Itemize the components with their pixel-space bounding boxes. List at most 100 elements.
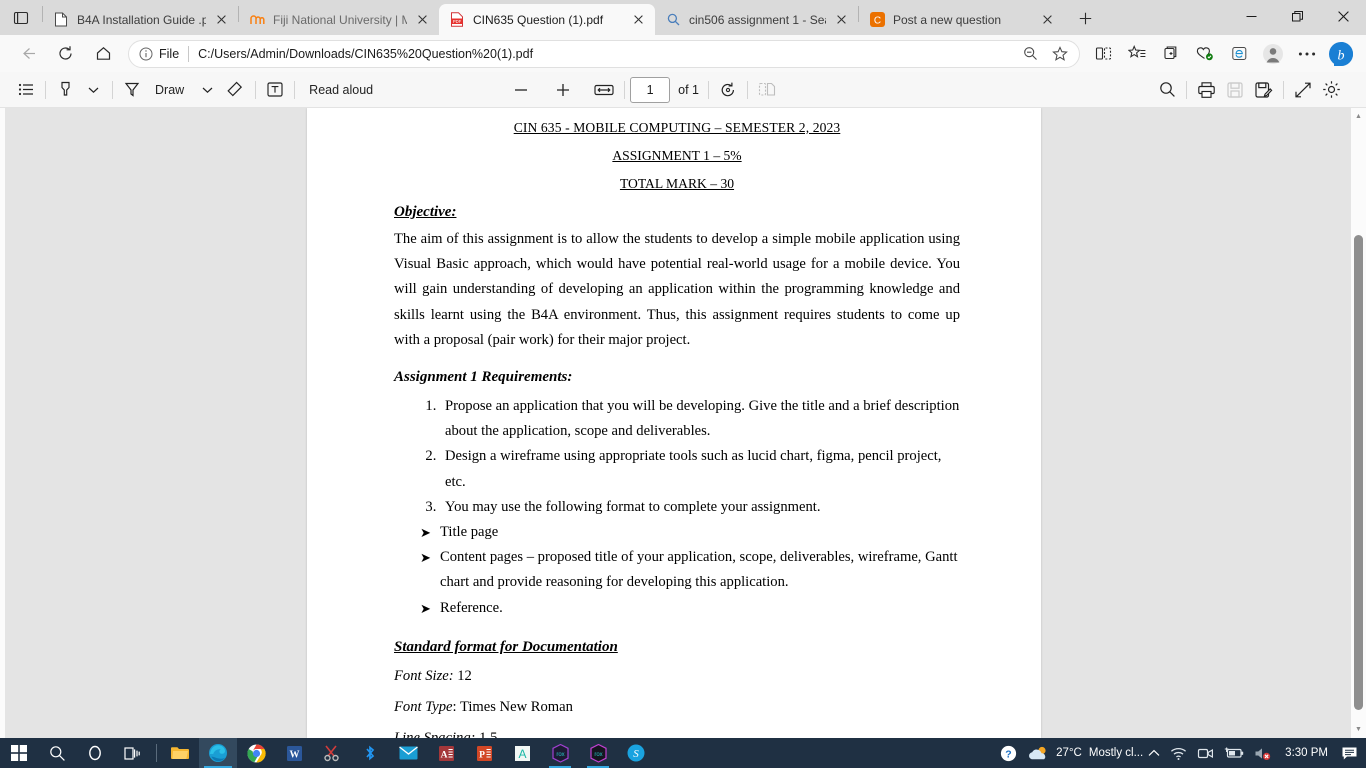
tab-actions-icon[interactable]	[0, 0, 42, 35]
scroll-down-arrow-icon[interactable]: ▼	[1351, 721, 1366, 738]
search-icon[interactable]	[38, 738, 76, 768]
roxio-icon[interactable]: rox	[541, 738, 579, 768]
browser-tab-0[interactable]: B4A Installation Guide .pdf	[43, 4, 238, 35]
notification-icon[interactable]	[1336, 738, 1362, 768]
draw-pen-icon[interactable]	[118, 76, 146, 104]
gear-icon[interactable]	[1317, 76, 1346, 104]
bluetooth-icon[interactable]	[351, 738, 389, 768]
pdf-file-icon: PDF	[449, 12, 465, 28]
url-bar[interactable]: File C:/Users/Admin/Downloads/CIN635%20Q…	[128, 39, 1080, 68]
highlight-icon[interactable]	[51, 76, 79, 104]
save-icon	[1221, 76, 1249, 104]
edge-icon[interactable]	[199, 738, 237, 768]
browser-tab-2-close-icon[interactable]	[627, 9, 649, 31]
info-icon[interactable]	[139, 47, 153, 61]
star-icon[interactable]	[1045, 41, 1075, 67]
requirement-item: Design a wireframe using appropriate too…	[440, 444, 960, 494]
document-heading-2: TOTAL MARK – 30	[619, 176, 735, 191]
svg-text:S: S	[633, 748, 639, 760]
battery-charging-icon[interactable]	[1219, 738, 1249, 768]
browser-tab-1[interactable]: Fiji National University | Moo	[239, 4, 439, 35]
snipping-tool-icon[interactable]	[313, 738, 351, 768]
new-tab-button[interactable]	[1070, 3, 1100, 33]
arrow-bullet-icon: ➤	[420, 525, 431, 541]
page-number-input[interactable]: 1	[630, 76, 671, 103]
split-screen-icon[interactable]	[1086, 39, 1120, 69]
weather-cloud-sun-icon[interactable]	[1022, 738, 1056, 768]
word-icon[interactable]: W	[275, 738, 313, 768]
camera-icon[interactable]	[1192, 738, 1219, 768]
volume-muted-icon[interactable]	[1249, 738, 1277, 768]
fullscreen-icon[interactable]	[1289, 76, 1317, 104]
browser-tab-4-close-icon[interactable]	[1036, 9, 1058, 31]
pdf-file-icon	[53, 12, 69, 28]
copilot-icon[interactable]: b	[1324, 39, 1358, 69]
scroll-up-arrow-icon[interactable]: ▲	[1351, 108, 1366, 125]
profile-icon[interactable]	[1256, 39, 1290, 69]
access-icon[interactable]: A	[427, 738, 465, 768]
mail-icon[interactable]	[389, 738, 427, 768]
svg-text:C: C	[873, 15, 880, 26]
browser-tab-3-close-icon[interactable]	[830, 9, 852, 31]
close-icon[interactable]	[1320, 0, 1366, 32]
skype-icon[interactable]: S	[617, 738, 655, 768]
pdf-viewer: CIN 635 - MOBILE COMPUTING – SEMESTER 2,…	[0, 108, 1366, 738]
url-divider	[188, 45, 190, 62]
favorites-icon[interactable]	[1120, 39, 1154, 69]
scrollbar-thumb[interactable]	[1354, 235, 1363, 710]
start-icon[interactable]	[0, 738, 38, 768]
add-text-icon[interactable]	[261, 76, 289, 104]
settings-more-icon[interactable]	[1290, 39, 1324, 69]
svg-text:A: A	[518, 747, 526, 761]
page-view-icon[interactable]	[753, 76, 781, 104]
zoom-out-icon[interactable]	[1015, 41, 1045, 67]
home-icon[interactable]	[87, 39, 119, 69]
eraser-icon[interactable]	[221, 76, 250, 104]
file-explorer-icon[interactable]	[161, 738, 199, 768]
zoom-out-button[interactable]	[507, 76, 535, 104]
back-arrow-icon[interactable]	[11, 39, 43, 69]
url-text[interactable]: C:/Users/Admin/Downloads/CIN635%20Questi…	[198, 47, 1015, 61]
requirement-item: Propose an application that you will be …	[440, 394, 960, 444]
draw-button[interactable]: Draw	[146, 76, 193, 104]
toc-icon[interactable]	[12, 76, 40, 104]
rotate-icon[interactable]	[714, 76, 742, 104]
standard-format-title: Standard format for Documentation	[394, 638, 618, 655]
browser-essentials-icon[interactable]	[1188, 39, 1222, 69]
vertical-scrollbar[interactable]: ▲ ▼	[1351, 108, 1366, 738]
taskbar-clock[interactable]: 3:30 PM	[1277, 747, 1336, 759]
browser-tab-0-close-icon[interactable]	[210, 9, 232, 31]
print-icon[interactable]	[1192, 76, 1221, 104]
task-view-icon[interactable]	[114, 738, 152, 768]
chrome-icon[interactable]	[237, 738, 275, 768]
wifi-icon[interactable]	[1165, 738, 1192, 768]
powerpoint-icon[interactable]: P	[465, 738, 503, 768]
browser-tab-4[interactable]: C Post a new question	[859, 4, 1064, 35]
svg-text:rox: rox	[594, 752, 602, 758]
font-size-value: 12	[457, 667, 472, 684]
draw-chevron-down-icon[interactable]	[193, 76, 221, 104]
chevron-up-icon[interactable]	[1143, 738, 1165, 768]
minimize-icon[interactable]	[1228, 0, 1274, 32]
browser-tab-2[interactable]: PDF CIN635 Question (1).pdf	[439, 4, 655, 35]
roxio2-icon[interactable]: rox	[579, 738, 617, 768]
browser-tab-1-close-icon[interactable]	[411, 9, 433, 31]
cortana-icon[interactable]	[76, 738, 114, 768]
browser-tab-3[interactable]: cin506 assignment 1 - Search	[655, 4, 858, 35]
save-as-icon[interactable]	[1249, 76, 1278, 104]
search-icon[interactable]	[1153, 76, 1181, 104]
font-type-line: Font Type: Times New Roman	[394, 697, 960, 718]
fit-to-width-icon[interactable]	[589, 76, 619, 104]
restore-icon[interactable]	[1274, 0, 1320, 32]
toolbar-divider	[707, 80, 709, 99]
ie-mode-icon[interactable]	[1222, 39, 1256, 69]
collections-icon[interactable]	[1154, 39, 1188, 69]
format-item: ➤ Reference.	[394, 596, 960, 621]
zoom-in-button[interactable]	[549, 76, 577, 104]
toolbar-divider	[1283, 80, 1284, 99]
help-icon[interactable]: ?	[995, 738, 1022, 768]
refresh-icon[interactable]	[49, 39, 81, 69]
a-app-icon[interactable]: A	[503, 738, 541, 768]
read-aloud-button[interactable]: Read aloud	[300, 76, 382, 104]
highlight-chevron-down-icon[interactable]	[79, 76, 107, 104]
